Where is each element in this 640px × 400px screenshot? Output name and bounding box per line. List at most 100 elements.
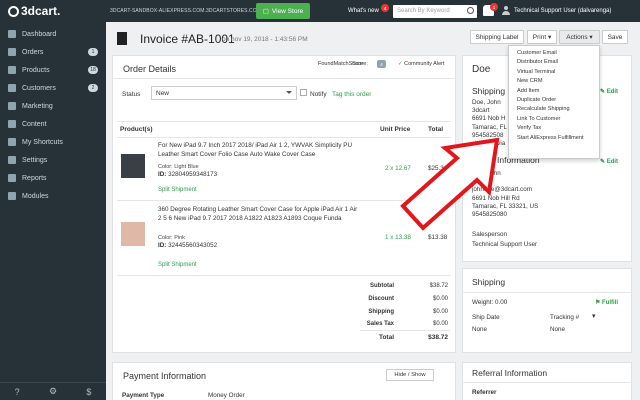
menu-item-verify-tax[interactable]: Verify Tax (509, 124, 599, 133)
divider (112, 78, 456, 79)
divider (462, 382, 632, 383)
sidebar: Dashboard Orders 1 Products 18 Customers 2 … (0, 22, 106, 400)
product-title[interactable]: For New iPad 9.7 Inch 2017 2018/ iPad Ai… (158, 142, 358, 159)
split-shipment-link[interactable]: Split Shipment (158, 187, 197, 193)
menu-item-duplicate-order[interactable]: Duplicate Order (509, 96, 599, 105)
tracking-value[interactable]: None (550, 326, 565, 333)
product-thumbnail[interactable] (121, 222, 145, 246)
shipping-label-button[interactable]: Shipping Label (470, 30, 524, 44)
shipping-total-value[interactable]: $0.00 (410, 309, 448, 315)
logo[interactable]: 3dcart. (8, 4, 60, 18)
discount-value[interactable]: $0.00 (410, 296, 448, 302)
top-bar: 3dcart. 3DCART-SANDBOX-ALIEXPRESS.COM.3D… (0, 0, 640, 22)
sidebar-item-reports[interactable]: Reports (0, 169, 106, 187)
actions-dropdown-menu: Customer Email Distributor Email Virtual… (508, 45, 600, 159)
menu-item-add-item[interactable]: Add Item (509, 87, 599, 96)
customers-count-badge: 2 (88, 84, 98, 92)
notification-badge: 1 (490, 3, 498, 11)
total-value: $38.72 (428, 334, 448, 341)
payment-title: Payment Information (123, 371, 207, 381)
user-name[interactable]: Technical Support User (dalvarenga) (514, 8, 611, 14)
user-icon[interactable] (502, 6, 510, 15)
product-thumbnail[interactable] (121, 154, 145, 178)
invoice-date: on nov 19, 2018 - 1:43:56 PM (222, 36, 308, 43)
menu-item-virtual-terminal[interactable]: Virtual Terminal (509, 68, 599, 77)
score-label: Score: (352, 61, 368, 67)
ship-date-value[interactable]: None (472, 326, 487, 333)
shipping-info-title: Shipping (472, 86, 506, 96)
payment-type-label: Payment Type (122, 392, 165, 399)
sidebar-item-my-shortcuts[interactable]: My Shortcuts (0, 133, 106, 151)
column-header-products: Product(s) (120, 126, 153, 133)
edit-shipping-link[interactable]: ✎ Edit (600, 88, 618, 95)
discount-label: Discount (368, 296, 394, 302)
community-alert[interactable]: ✓ Community Alert (398, 61, 445, 67)
save-button[interactable]: Save (602, 30, 628, 44)
salesperson-value[interactable]: Technical Support User (472, 241, 537, 248)
status-select[interactable]: New (151, 86, 297, 100)
cart-icon (8, 48, 16, 56)
megaphone-icon (8, 102, 16, 110)
referrer-label: Referrer (472, 389, 497, 396)
product-option: Color: Light Blue (158, 164, 199, 170)
store-url: 3DCART-SANDBOX-ALIEXPRESS.COM.3DCARTSTOR… (110, 8, 262, 14)
product-id: ID: 32804959348173 (158, 171, 218, 178)
logo-mark-icon (8, 5, 19, 17)
star-icon (8, 138, 16, 146)
sidebar-footer: ? ⚙ $ (0, 382, 106, 400)
menu-item-link-to-customer[interactable]: Link To Customer (509, 115, 599, 124)
menu-item-customer-email[interactable]: Customer Email (509, 49, 599, 58)
sidebar-item-orders[interactable]: Orders 1 (0, 43, 106, 61)
search-icon[interactable] (467, 7, 474, 14)
page-title: Invoice #AB-1001 (140, 32, 235, 46)
menu-item-recalculate-shipping[interactable]: Recalculate Shipping (509, 105, 599, 114)
subtotal-value: $38.72 (429, 283, 448, 289)
sidebar-item-content[interactable]: Content (0, 115, 106, 133)
whats-new-link[interactable]: What's new (348, 8, 379, 14)
sidebar-item-marketing[interactable]: Marketing (0, 97, 106, 115)
edit-billing-link[interactable]: ✎ Edit (600, 158, 618, 165)
sidebar-item-dashboard[interactable]: Dashboard (0, 25, 106, 43)
subtotal-label: Subtotal (370, 283, 394, 289)
product-id: ID: 32445560343052 (158, 242, 218, 249)
product-option: Color: Pink (158, 235, 185, 241)
notify-label: Notify (310, 91, 327, 98)
sidebar-item-customers[interactable]: Customers 2 (0, 79, 106, 97)
order-details-title: Order Details (123, 64, 177, 74)
referral-title: Referral Information (472, 368, 548, 378)
tag-order-link[interactable]: Tag this order (332, 91, 371, 98)
sidebar-item-settings[interactable]: Settings (0, 151, 106, 169)
tracking-dropdown-icon[interactable]: ▾ (592, 312, 596, 320)
sidebar-item-modules[interactable]: Modules (0, 187, 106, 205)
customer-name[interactable]: Doe (472, 64, 490, 75)
view-store-button[interactable]: ▢ View Store (256, 3, 310, 19)
score-badge: 4 (377, 60, 386, 68)
billing-icon[interactable]: $ (86, 387, 91, 397)
gear-icon (8, 156, 16, 164)
split-shipment-link[interactable]: Split Shipment (158, 262, 197, 268)
fulfill-link[interactable]: ⚑ Fulfill (595, 299, 618, 306)
print-button[interactable]: Print ▾ (527, 30, 557, 44)
menu-item-new-crm[interactable]: New CRM (509, 77, 599, 86)
notify-checkbox[interactable] (300, 89, 307, 96)
whats-new-badge: 4 (381, 4, 389, 12)
search-input[interactable]: Search By Keyword (393, 5, 477, 18)
sidebar-item-products[interactable]: Products 18 (0, 61, 106, 79)
product-title[interactable]: 360 Degree Rotating Leather Smart Cover … (158, 206, 358, 223)
menu-item-aliexpress-fulfillment[interactable]: Start AliExpress Fulfillment (509, 134, 599, 143)
hide-show-button[interactable]: Hide / Show (386, 369, 434, 381)
menu-item-distributor-email[interactable]: Distributor Email (509, 58, 599, 67)
invoice-document-icon (117, 32, 127, 45)
actions-button[interactable]: Actions ▾ (559, 30, 600, 44)
users-icon (8, 84, 16, 92)
dashboard-icon (8, 30, 16, 38)
help-icon[interactable]: ? (15, 387, 20, 397)
status-label: Status (122, 91, 141, 98)
orders-count-badge: 1 (88, 48, 98, 56)
divider (462, 292, 632, 293)
ship-date-label: Ship Date (472, 314, 500, 321)
sales-tax-label: Sales Tax (366, 321, 394, 327)
settings-icon[interactable]: ⚙ (49, 386, 57, 397)
chart-icon (8, 174, 16, 182)
sales-tax-value[interactable]: $0.00 (410, 321, 448, 327)
